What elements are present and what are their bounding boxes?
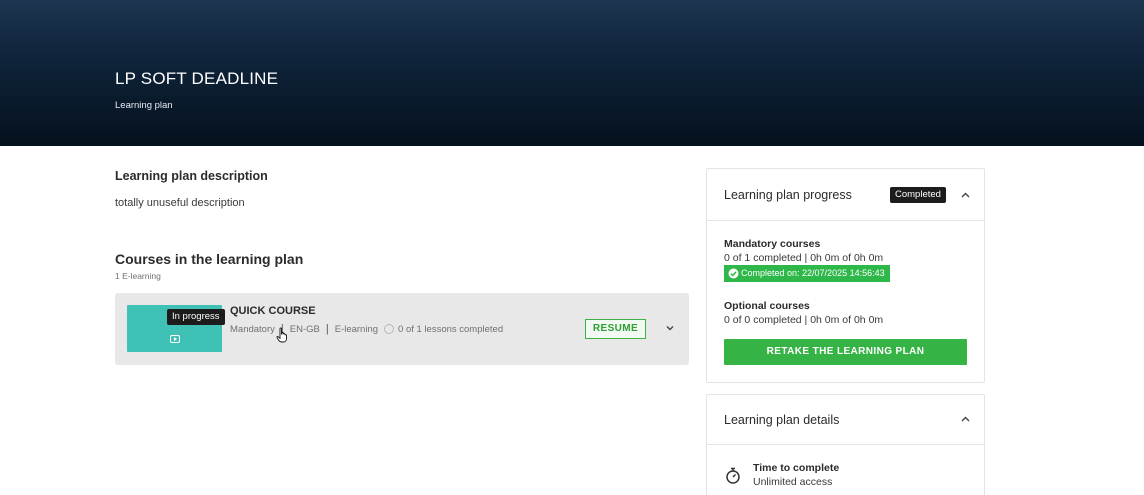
completed-on-text: Completed on: 22/07/2025 14:56:43: [741, 268, 885, 278]
courses-count: 1 E-learning: [115, 271, 161, 281]
details-panel: Learning plan details Time to complete U…: [706, 394, 985, 495]
course-card[interactable]: QUICK COURSE Mandatory | EN-GB | E-learn…: [115, 293, 689, 365]
progress-panel-header[interactable]: Learning plan progress Completed: [707, 169, 984, 221]
meta-separator: |: [325, 323, 329, 335]
check-circle-icon: [728, 268, 739, 279]
course-meta: Mandatory | EN-GB | E-learning 0 of 1 le…: [230, 323, 503, 335]
chevron-up-icon[interactable]: [961, 416, 970, 422]
courses-heading: Courses in the learning plan: [115, 251, 304, 267]
chevron-down-icon[interactable]: [666, 324, 674, 332]
time-to-complete-value: Unlimited access: [753, 476, 833, 488]
details-panel-header[interactable]: Learning plan details: [707, 395, 984, 445]
retake-learning-plan-button[interactable]: RETAKE THE LEARNING PLAN: [724, 339, 967, 365]
mandatory-heading: Mandatory courses: [724, 238, 821, 250]
progress-panel: Learning plan progress Completed Mandato…: [706, 168, 985, 383]
chevron-up-icon[interactable]: [961, 192, 970, 198]
course-requirement: Mandatory: [230, 323, 275, 335]
cursor-icon: [276, 327, 287, 343]
completed-on-badge: Completed on: 22/07/2025 14:56:43: [724, 265, 890, 282]
course-type: E-learning: [334, 323, 379, 335]
play-icon: [170, 335, 180, 343]
time-to-complete-label: Time to complete: [753, 462, 840, 474]
page-title: LP SOFT DEADLINE: [115, 69, 279, 88]
optional-heading: Optional courses: [724, 300, 810, 312]
optional-progress: 0 of 0 completed | 0h 0m of 0h 0m: [724, 314, 884, 326]
timer-icon: [726, 467, 740, 484]
resume-button[interactable]: RESUME: [585, 319, 646, 339]
mandatory-progress: 0 of 1 completed | 0h 0m of 0h 0m: [724, 252, 884, 264]
course-lessons: 0 of 1 lessons completed: [398, 323, 504, 335]
course-name[interactable]: QUICK COURSE: [230, 305, 316, 317]
details-panel-title: Learning plan details: [724, 413, 840, 427]
page-subtitle: Learning plan: [115, 100, 173, 111]
description-heading: Learning plan description: [115, 169, 268, 183]
lesson-progress-icon: [384, 324, 395, 334]
description-text: totally unuseful description: [115, 197, 245, 209]
progress-panel-title: Learning plan progress: [724, 188, 852, 202]
status-tooltip: In progress: [167, 309, 225, 325]
course-language: EN-GB: [289, 323, 320, 335]
status-badge: Completed: [890, 187, 946, 203]
hero-banner: LP SOFT DEADLINE Learning plan: [0, 0, 1144, 146]
